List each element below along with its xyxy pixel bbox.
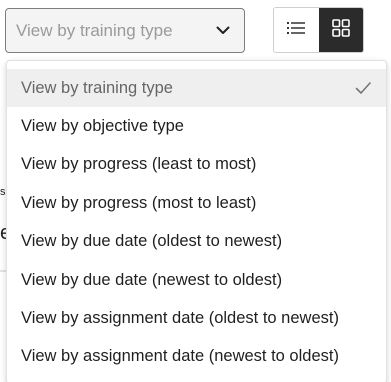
list-view-button[interactable] (274, 8, 319, 52)
option-label: View by assignment date (newest to oldes… (21, 347, 339, 366)
grid-view-icon (331, 18, 350, 42)
chevron-down-icon (214, 22, 232, 40)
option-label: View by training type (21, 78, 173, 97)
option-progress-least-to-most[interactable]: View by progress (least to most) (7, 146, 386, 184)
option-label: View by progress (least to most) (21, 155, 257, 174)
option-objective-type[interactable]: View by objective type (7, 107, 386, 145)
option-label: View by progress (most to least) (21, 193, 257, 212)
option-label: View by assignment date (oldest to newes… (21, 309, 339, 328)
view-mode-toggle (273, 7, 364, 53)
list-view-icon (287, 21, 306, 40)
option-assignment-date-newest-to-oldest[interactable]: View by assignment date (newest to oldes… (7, 338, 386, 376)
option-due-date-newest-to-oldest[interactable]: View by due date (newest to oldest) (7, 261, 386, 299)
view-by-select[interactable]: View by training type (5, 8, 245, 53)
view-by-select-value: View by training type (16, 20, 173, 40)
option-label: View by objective type (21, 117, 184, 136)
option-assignment-date-oldest-to-newest[interactable]: View by assignment date (oldest to newes… (7, 299, 386, 337)
option-training-type[interactable]: View by training type (7, 69, 386, 108)
page: so e View by training type (0, 0, 391, 382)
checkmark-icon (354, 79, 372, 97)
grid-view-button[interactable] (318, 8, 363, 52)
view-by-dropdown-menu: View by training type View by objective … (6, 60, 387, 382)
option-label: View by due date (newest to oldest) (21, 270, 283, 289)
option-due-date-oldest-to-newest[interactable]: View by due date (oldest to newest) (7, 223, 386, 261)
option-label: View by due date (oldest to newest) (21, 232, 283, 251)
option-progress-most-to-least[interactable]: View by progress (most to least) (7, 184, 386, 222)
